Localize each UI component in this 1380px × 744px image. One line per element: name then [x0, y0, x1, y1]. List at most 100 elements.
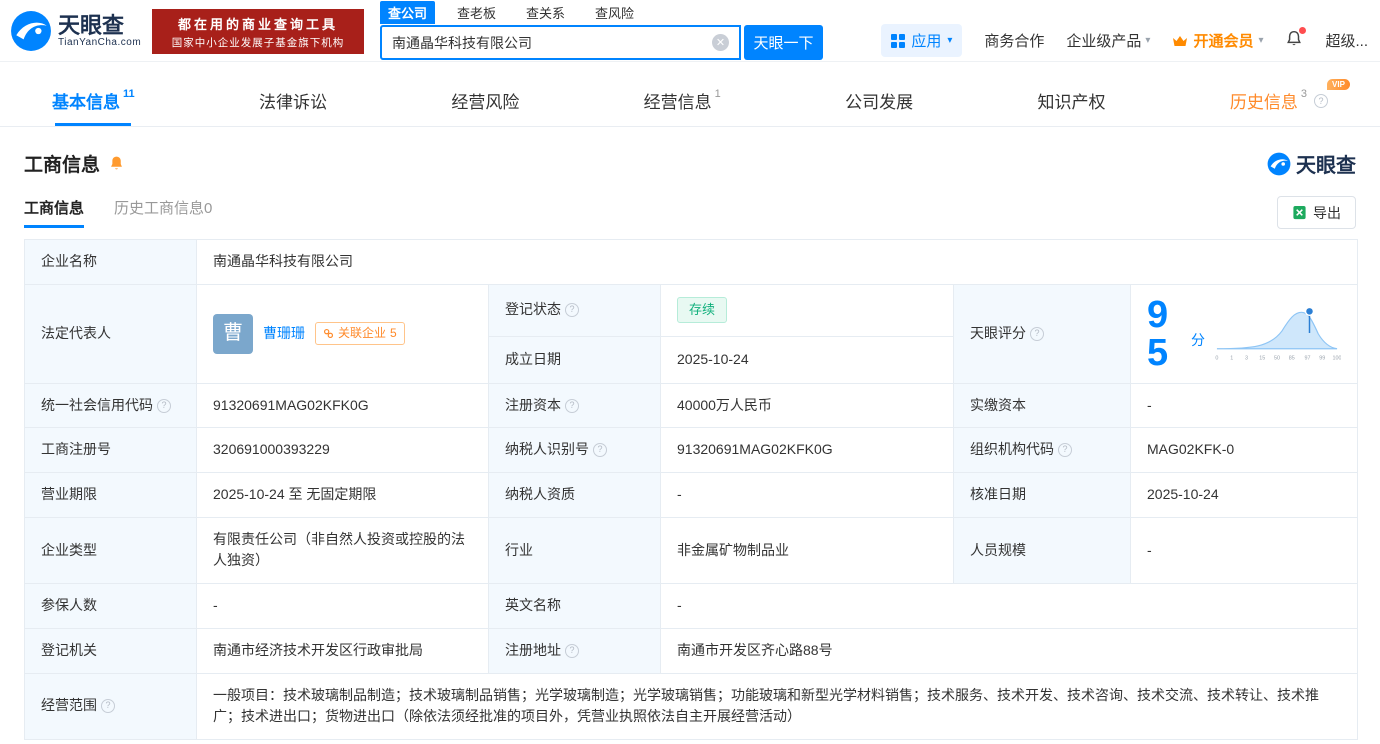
notifications-bell-icon[interactable]	[1285, 26, 1307, 52]
taxpayer-id-label: 纳税人识别号 ?	[488, 427, 661, 474]
avatar[interactable]: 曹	[213, 313, 253, 354]
tab-count: 1	[714, 87, 721, 100]
banner-line2: 国家中小企业发展子基金旗下机构	[171, 36, 345, 49]
search-tab-risk[interactable]: 查风险	[587, 1, 642, 24]
help-icon[interactable]: ?	[565, 398, 579, 413]
table-row: 经营范围 ? 一般项目：技术玻璃制品制造；技术玻璃制品销售；光学玻璃制造；光学玻…	[24, 672, 1359, 740]
tab-count: 11	[123, 87, 135, 100]
tab-legal-proceedings[interactable]: 法律诉讼	[253, 75, 333, 126]
establish-date-label: 成立日期	[488, 335, 661, 384]
reg-authority-label: 登记机关	[24, 627, 197, 674]
help-icon[interactable]: ?	[157, 398, 171, 413]
business-scope-value: 一般项目：技术玻璃制品制造；技术玻璃制品销售；光学玻璃制造；光学玻璃销售；功能玻…	[195, 672, 1359, 740]
legal-rep-link[interactable]: 曹珊珊	[263, 323, 305, 345]
table-row: 登记机关 南通市经济技术开发区行政审批局 注册地址 ? 南通市开发区齐心路88号	[24, 627, 1359, 674]
help-icon[interactable]: ?	[565, 643, 579, 658]
tab-basic-info[interactable]: 基本信息 11	[46, 75, 141, 126]
industry-value: 非金属矿物制品业	[660, 516, 954, 585]
taxpayer-qualification-label: 纳税人资质	[488, 472, 661, 518]
search-tabs: 查公司 查老板 查关系 查风险	[380, 1, 823, 24]
paid-capital-value: -	[1129, 382, 1359, 429]
link-icon	[323, 329, 334, 339]
subtab-business-info[interactable]: 工商信息	[24, 197, 85, 228]
reg-status-value: 存续	[660, 283, 954, 337]
table-row: 企业名称 南通晶华科技有限公司	[24, 239, 1359, 285]
tianyancha-swoosh-icon	[1267, 152, 1291, 175]
reg-address-label: 注册地址 ?	[488, 627, 661, 674]
apps-menu[interactable]: 应用 ▾	[881, 24, 963, 57]
score-cell[interactable]: 95 分 0 1 3 15 50 85 97 99 100	[1129, 283, 1359, 384]
paid-capital-label: 实缴资本	[953, 382, 1131, 429]
nav-enterprise-products[interactable]: 企业级产品 ▾	[1066, 30, 1150, 51]
user-menu[interactable]: 超级...	[1325, 30, 1368, 51]
help-icon[interactable]: ?	[1030, 326, 1044, 341]
legal-rep-label: 法定代表人	[24, 283, 197, 384]
banner-line1: 都在用的商业查询工具	[177, 16, 338, 32]
svg-text:1: 1	[1230, 355, 1233, 361]
svg-text:15: 15	[1259, 355, 1265, 361]
tab-company-development[interactable]: 公司发展	[839, 75, 919, 126]
table-row: 参保人数 - 英文名称 -	[24, 583, 1359, 629]
help-icon[interactable]: ?	[565, 303, 579, 318]
tab-operating-info[interactable]: 经营信息 1	[638, 75, 727, 126]
table-row: 营业期限 2025-10-24 至 无固定期限 纳税人资质 - 核准日期 202…	[24, 472, 1359, 518]
tab-history-info[interactable]: 历史信息 3 ? VIP	[1224, 75, 1350, 126]
subscribe-bell-icon[interactable]	[108, 155, 125, 172]
tab-operating-risk[interactable]: 经营风险	[445, 75, 525, 126]
search-tab-relation[interactable]: 查关系	[518, 1, 573, 24]
reg-authority-value: 南通市经济技术开发区行政审批局	[196, 627, 489, 674]
business-term-label: 营业期限	[24, 472, 197, 518]
excel-icon	[1293, 205, 1306, 220]
staff-size-label: 人员规模	[953, 516, 1131, 585]
score-label: 天眼评分 ?	[953, 283, 1131, 384]
business-term-value: 2025-10-24 至 无固定期限	[196, 472, 489, 518]
legal-rep-cell: 曹 曹珊珊 关联企业 5	[196, 283, 489, 384]
help-icon[interactable]: ?	[593, 443, 607, 458]
logo-text: 天眼查	[58, 12, 125, 38]
help-icon[interactable]: ?	[1058, 443, 1072, 458]
chevron-down-icon: ▾	[947, 35, 953, 46]
help-icon[interactable]: ?	[101, 699, 115, 714]
nav-business-cooperation[interactable]: 商务合作	[984, 30, 1044, 51]
company-type-label: 企业类型	[24, 516, 197, 585]
tianyancha-logo[interactable]: 天眼查 TianYanCha.com	[10, 10, 141, 52]
section-header: 工商信息 天眼查	[24, 149, 1356, 178]
taxpayer-qualification-value: -	[660, 472, 954, 518]
tianyancha-swoosh-icon	[11, 11, 51, 51]
business-info-table: 企业名称 南通晶华科技有限公司 法定代表人 曹 曹珊珊 关联企业 5 登记状态 …	[24, 239, 1359, 740]
search-input[interactable]	[392, 34, 712, 51]
score-unit: 分	[1191, 331, 1206, 348]
apps-grid-icon	[891, 33, 906, 48]
subtab-history-business-info[interactable]: 历史工商信息0	[114, 197, 212, 228]
help-icon[interactable]: ?	[1313, 93, 1328, 108]
score-value: 95	[1147, 293, 1169, 374]
taxpayer-id-value: 91320691MAG02KFK0G	[660, 427, 954, 474]
org-code-label: 组织机构代码 ?	[953, 427, 1131, 474]
clear-icon[interactable]: ✕	[712, 34, 729, 51]
open-vip-button[interactable]: 开通会员 ▾	[1172, 30, 1263, 51]
company-name-value: 南通晶华科技有限公司	[195, 239, 1359, 285]
notification-dot	[1299, 26, 1307, 34]
search-button[interactable]: 天眼一下	[744, 25, 823, 60]
business-scope-label: 经营范围 ?	[24, 672, 197, 740]
credit-code-value: 91320691MAG02KFK0G	[196, 382, 489, 429]
search-tab-company[interactable]: 查公司	[380, 1, 436, 24]
vip-badge: VIP	[1327, 79, 1350, 90]
tab-intellectual-property[interactable]: 知识产权	[1031, 75, 1111, 126]
logo-domain: TianYanCha.com	[58, 37, 142, 49]
svg-text:100: 100	[1333, 355, 1341, 361]
crown-icon	[1173, 35, 1188, 46]
reg-number-label: 工商注册号	[24, 427, 197, 474]
svg-text:97: 97	[1305, 355, 1311, 361]
chevron-down-icon: ▾	[1145, 35, 1151, 46]
related-companies-badge[interactable]: 关联企业 5	[315, 322, 405, 345]
export-button[interactable]: 导出	[1277, 196, 1356, 229]
reg-address-value: 南通市开发区齐心路88号	[659, 627, 1359, 674]
english-name-value: -	[659, 583, 1359, 629]
search-area: 查公司 查老板 查关系 查风险 ✕ 天眼一下	[380, 1, 823, 60]
svg-text:0: 0	[1215, 355, 1218, 361]
approval-date-value: 2025-10-24	[1129, 472, 1359, 518]
company-name-label: 企业名称	[24, 239, 197, 285]
reg-number-value: 320691000393229	[196, 427, 489, 474]
search-tab-boss[interactable]: 查老板	[449, 1, 504, 24]
